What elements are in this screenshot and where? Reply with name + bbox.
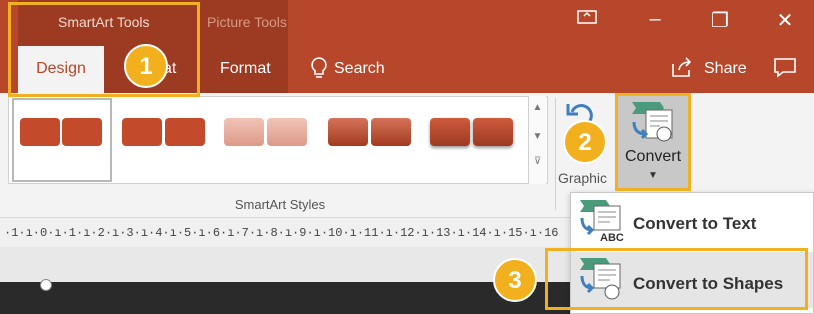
style-1-shape-b: [62, 118, 102, 146]
smartart-styles-group-label: SmartArt Styles: [234, 197, 326, 212]
share-button[interactable]: Share: [704, 60, 747, 78]
lightbulb-icon: [310, 56, 328, 82]
minimize-icon[interactable]: –: [640, 8, 670, 31]
close-icon[interactable]: ✕: [770, 8, 800, 33]
gallery-scroll[interactable]: ▲ ▼ ⊽: [528, 96, 546, 184]
step-badge-1: 1: [124, 44, 168, 88]
reset-group-label: Graphic: [558, 170, 608, 186]
tell-me-search[interactable]: Search: [334, 60, 385, 78]
style-4-shape-a: [328, 118, 368, 146]
group-separator: [555, 98, 556, 210]
highlight-convert-button: [615, 93, 691, 191]
highlight-design-tab: [8, 2, 200, 97]
step-badge-2: 2: [563, 120, 607, 164]
style-4-shape-b: [371, 118, 411, 146]
highlight-convert-to-shapes: [545, 248, 808, 310]
ribbon-display-options-icon[interactable]: [572, 8, 602, 32]
restore-icon[interactable]: ❐: [705, 8, 735, 33]
step-badge-3: 3: [493, 258, 537, 302]
menu-label-convert-to-text: Convert to Text: [633, 214, 757, 233]
share-icon: [670, 56, 694, 78]
tab-format[interactable]: Format: [220, 60, 271, 78]
style-5-shape-b: [473, 118, 513, 146]
style-5-shape-a: [430, 118, 470, 146]
style-2-shape-a: [122, 118, 162, 146]
style-3-shape-b: [267, 118, 307, 146]
abc-glyph: ABC: [600, 232, 624, 244]
style-3-shape-a: [224, 118, 264, 146]
resize-handle[interactable]: [40, 279, 52, 291]
picture-tools-label: Picture Tools: [207, 14, 287, 30]
comments-icon[interactable]: [772, 56, 798, 80]
style-1-shape-a: [20, 118, 60, 146]
style-2-shape-b: [165, 118, 205, 146]
